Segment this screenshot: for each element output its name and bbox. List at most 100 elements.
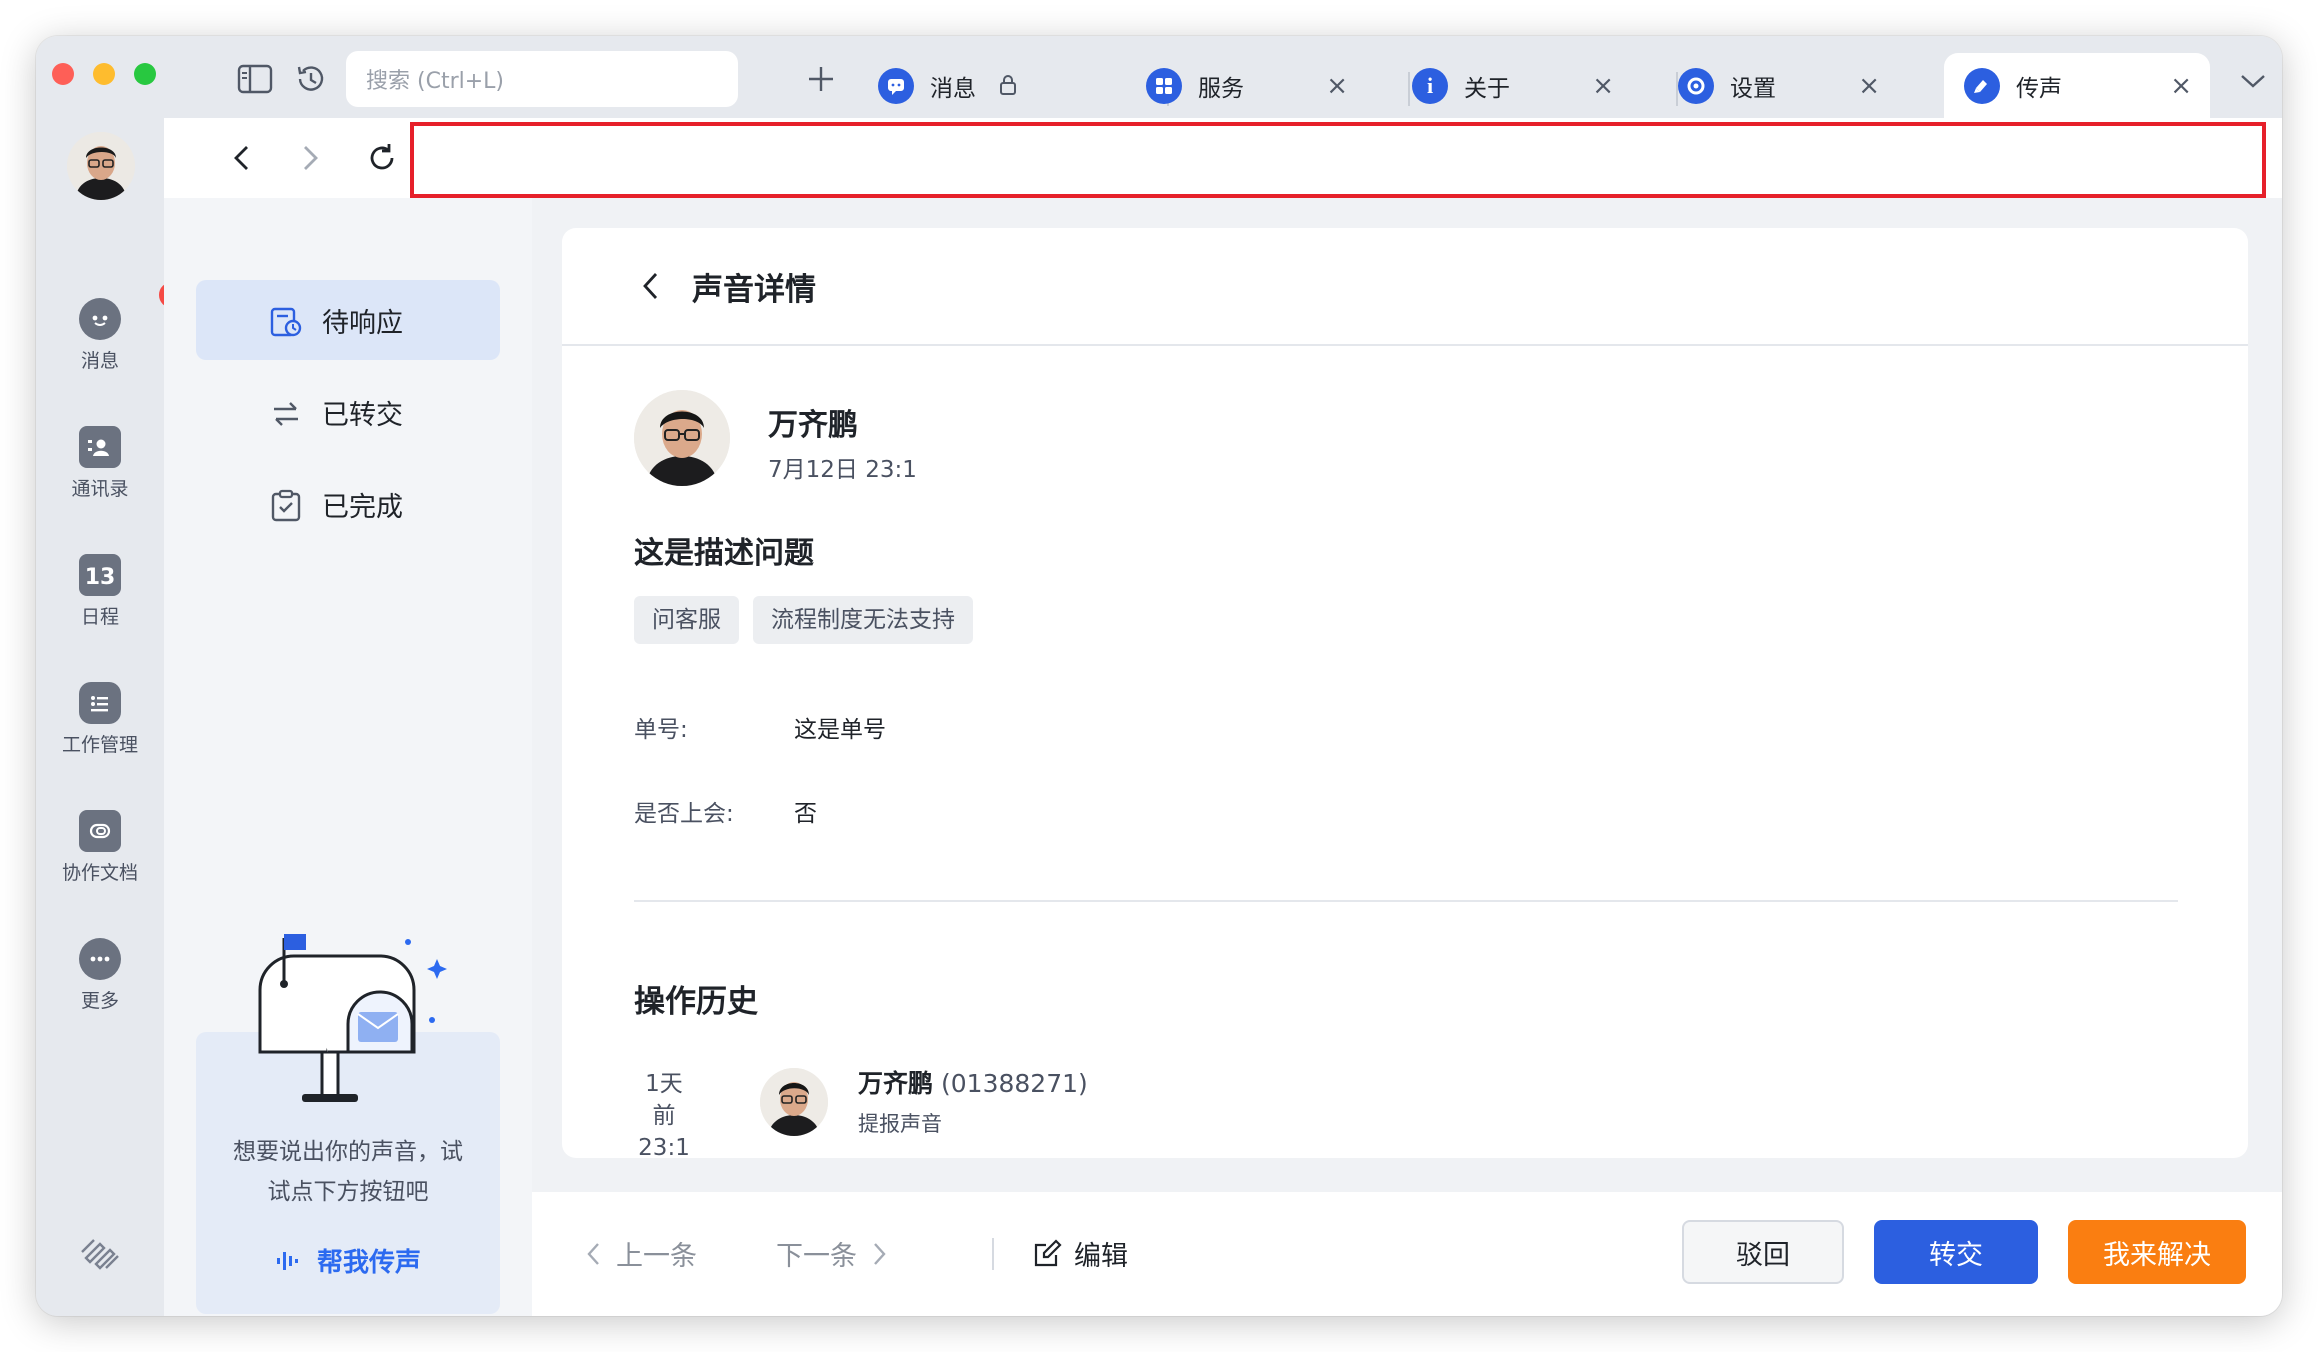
tab-voice[interactable]: 传声 × [1944,53,2210,118]
done-icon [268,488,304,524]
edit-button[interactable]: 编辑 [1032,1234,1128,1273]
history-title: 操作历史 [634,984,758,1020]
avatar-image [67,132,135,200]
docs-icon [79,810,121,852]
history-icon[interactable] [292,60,330,98]
back-arrow-icon[interactable] [222,138,262,178]
voice-tab-icon [1964,67,2000,104]
reporter-avatar [634,390,730,486]
tab-label: 设置 [1730,75,1776,102]
forward-arrow-icon[interactable] [290,138,330,178]
field-value-meeting: 否 [794,801,817,827]
tab-messages[interactable]: 消息 [858,53,1036,118]
field-label-meeting: 是否上会: [634,801,734,827]
search-input[interactable]: 搜索 (Ctrl+L) [346,51,738,107]
help-voice-button[interactable]: 帮我传声 [196,1242,500,1279]
sidebar-item-label: 待响应 [322,307,403,339]
next-button[interactable]: 下一条 [776,1234,887,1273]
tab-label: 关于 [1464,75,1510,102]
transfer-button[interactable]: 转交 [1874,1220,2038,1284]
rail-item-messages[interactable]: 16 消息 [36,280,198,373]
minimize-window-button[interactable] [93,63,115,85]
rail-item-work-management[interactable]: 工作管理 [36,682,164,757]
left-rail: 16 消息 通讯录 13 日程 工作管理 协作文档 [36,36,198,1316]
help-voice-label: 帮我传声 [316,1248,421,1278]
soundwave-icon [276,1251,298,1270]
rail-item-contacts[interactable]: 通讯录 [36,426,164,501]
promo-text: 想要说出你的声音，试试点下方按钮吧 [233,1139,463,1205]
sidebar-item-label: 已转交 [322,399,403,431]
sidebar-item-completed[interactable]: 已完成 [196,464,500,544]
page-title: 声音详情 [692,272,816,308]
field-label-ticket-number: 单号: [634,717,688,743]
tag: 流程制度无法支持 [753,596,973,644]
history-time: 1天前 23:1 [638,1071,690,1158]
previous-button[interactable]: 上一条 [586,1234,697,1273]
app-logo-icon[interactable] [74,1228,126,1280]
action-footer: 上一条 下一条 编辑 驳回 转交 我来解决 [532,1192,2282,1316]
sidebar-toggle-icon[interactable] [236,60,274,98]
maximize-window-button[interactable] [134,63,156,85]
pending-icon [268,304,304,340]
section-divider [634,900,2178,902]
main-content: 声音详情 万齐鹏 7月12日 23:1 这是描述问题 问客服 流程制度无法支持 [532,198,2282,1316]
user-avatar[interactable] [67,132,135,200]
tab-label: 传声 [2016,75,2062,102]
tab-service[interactable]: 服务 × [1126,53,1366,118]
rail-label-work-management: 工作管理 [61,734,138,756]
sidebar-item-pending[interactable]: 待响应 [196,280,500,360]
rail-item-more[interactable]: 更多 [36,938,164,1013]
about-tab-icon: i [1412,67,1448,104]
sidebar-item-transferred[interactable]: 已转交 [196,372,500,452]
app-window: 16 消息 通讯录 13 日程 工作管理 协作文档 [36,36,2282,1316]
edit-icon [1034,1238,1062,1266]
close-icon[interactable]: × [1858,71,1880,101]
message-icon: 16 [79,280,198,340]
message-tab-icon [878,67,914,104]
tag: 问客服 [634,596,739,644]
reported-time: 7月12日 23:1 [768,457,917,483]
promo-card: 想要说出你的声音，试试点下方按钮吧 帮我传声 [196,934,500,1314]
rail-label-more: 更多 [80,990,119,1012]
chevron-right-icon [874,1242,886,1265]
mailbox-illustration [220,920,480,1110]
rail-label-docs: 协作文档 [61,862,138,884]
history-avatar [760,1068,828,1136]
calendar-icon: 13 [79,554,121,596]
footer-separator [992,1238,994,1270]
reject-button[interactable]: 驳回 [1682,1220,1844,1284]
sidebar-item-label: 已完成 [322,491,403,523]
close-icon[interactable]: × [2170,71,2192,101]
rail-item-calendar[interactable]: 13 日程 [36,554,164,629]
field-value-ticket-number: 这是单号 [794,717,886,743]
chevron-left-icon[interactable] [634,268,670,304]
close-icon[interactable]: × [1326,71,1348,101]
tab-settings[interactable]: 设置 × [1658,53,1898,118]
top-bar: 搜索 (Ctrl+L) 消息 服务 × i 关于 × 设置 × 传声 × [164,36,2282,118]
tag-list: 问客服 流程制度无法支持 [634,596,973,644]
settings-tab-icon [1678,67,1714,104]
rail-label-messages: 消息 [80,350,119,372]
chevron-down-icon[interactable] [2234,62,2272,100]
reporter-name: 万齐鹏 [768,408,858,443]
lock-icon [998,73,1018,104]
service-tab-icon [1146,67,1182,104]
new-tab-icon[interactable] [802,60,840,98]
address-bar-highlight[interactable] [410,122,2266,198]
chevron-left-icon [587,1242,599,1265]
tab-label: 消息 [930,75,976,102]
work-management-icon [79,682,121,724]
contacts-icon [79,426,121,468]
transfer-icon [268,396,304,432]
issue-description: 这是描述问题 [634,536,814,571]
rail-item-docs[interactable]: 协作文档 [36,810,164,885]
refresh-icon[interactable] [362,138,402,178]
detail-card: 声音详情 万齐鹏 7月12日 23:1 这是描述问题 问客服 流程制度无法支持 [562,228,2248,1158]
close-icon[interactable]: × [1592,71,1614,101]
history-user: 万齐鹏 (01388271) [858,1069,1088,1098]
close-window-button[interactable] [52,63,74,85]
tab-about[interactable]: i 关于 × [1392,53,1632,118]
history-action: 提报声音 [858,1112,942,1136]
more-icon [79,938,121,980]
solve-button[interactable]: 我来解决 [2068,1220,2246,1284]
